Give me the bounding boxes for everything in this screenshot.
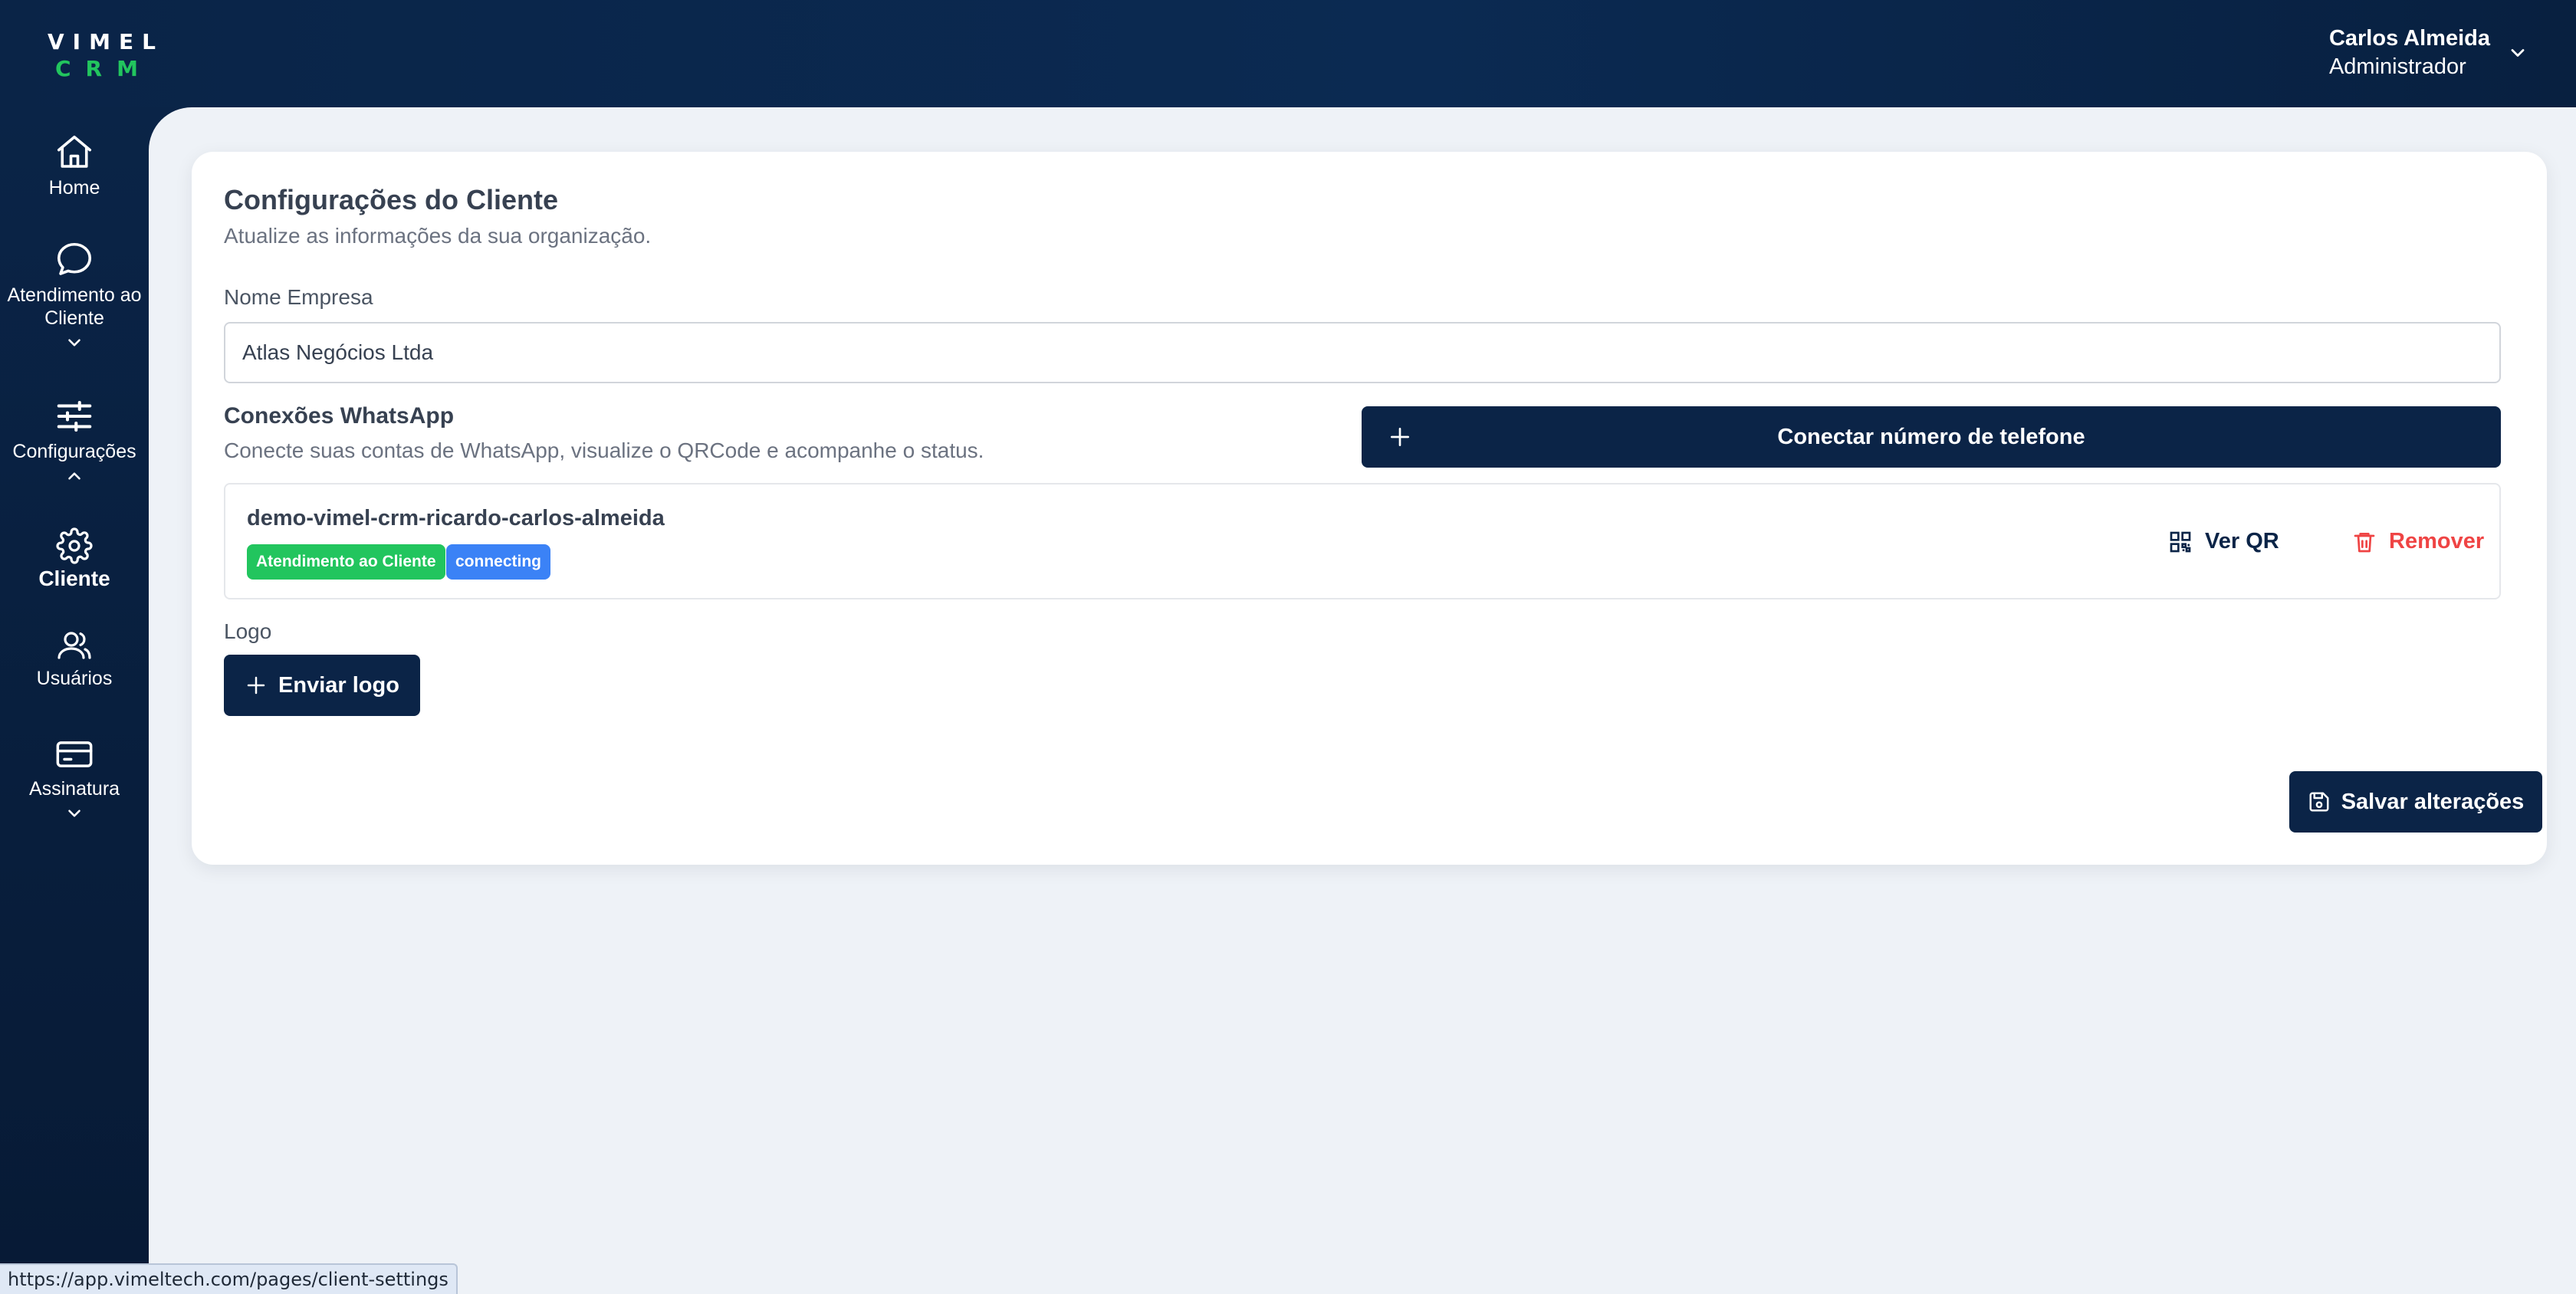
sidebar-item-configuracoes[interactable]: Configurações xyxy=(0,396,149,486)
save-changes-button[interactable]: Salvar alterações xyxy=(2289,771,2542,833)
connect-phone-label: Conectar número de telefone xyxy=(1777,424,2085,449)
users-icon xyxy=(58,632,91,659)
client-settings-card: Configurações do Cliente Atualize as inf… xyxy=(192,152,2547,865)
connect-phone-button[interactable]: Conectar número de telefone xyxy=(1362,406,2501,468)
view-qr-button[interactable]: Ver QR xyxy=(2168,529,2279,554)
sidebar-item-label: Cliente xyxy=(38,567,110,590)
sidebar-item-assinatura[interactable]: Assinatura xyxy=(0,734,149,823)
remove-label: Remover xyxy=(2389,529,2485,553)
chevron-down-icon[interactable] xyxy=(64,333,84,353)
connection-tag-badge: Atendimento ao Cliente xyxy=(247,544,445,580)
whatsapp-section-title: Conexões WhatsApp xyxy=(224,403,455,429)
whatsapp-section-subtitle: Conecte suas contas de WhatsApp, visuali… xyxy=(224,438,984,462)
company-name-input[interactable] xyxy=(224,322,2501,383)
gear-icon xyxy=(56,527,93,564)
sliders-icon xyxy=(57,400,92,432)
user-menu[interactable]: Carlos Almeida Administrador xyxy=(2329,26,2528,80)
sidebar-item-usuarios[interactable]: Usuários xyxy=(0,627,149,690)
company-name-label: Nome Empresa xyxy=(224,285,373,309)
upload-logo-button[interactable]: Enviar logo xyxy=(224,655,420,716)
app-logo[interactable]: VIMEL CRM xyxy=(48,29,164,81)
plus-icon xyxy=(247,676,265,695)
chevron-down-icon[interactable] xyxy=(2507,42,2528,64)
connection-name: demo-vimel-crm-ricardo-carlos-almeida xyxy=(247,506,665,530)
chat-icon xyxy=(57,242,92,275)
plus-icon xyxy=(1391,428,1409,446)
chevron-up-icon[interactable] xyxy=(64,466,84,486)
upload-logo-label: Enviar logo xyxy=(278,672,399,698)
main-content: Configurações do Cliente Atualize as inf… xyxy=(149,107,2576,1294)
browser-status-url: https://app.vimeltech.com/pages/client-s… xyxy=(0,1263,458,1294)
sidebar-item-label: Atendimento ao Cliente xyxy=(7,284,142,329)
remove-connection-button[interactable]: Remover xyxy=(2352,529,2484,554)
qr-code-icon xyxy=(2170,531,2191,552)
user-role: Administrador xyxy=(2328,54,2466,79)
logo-line-1: VIMEL xyxy=(48,29,164,54)
chevron-down-icon[interactable] xyxy=(64,803,84,823)
save-icon xyxy=(2309,792,2329,812)
logo-label: Logo xyxy=(224,619,272,643)
home-icon xyxy=(57,135,92,168)
sidebar-item-label: Configurações xyxy=(12,441,136,462)
page-title: Configurações do Cliente xyxy=(224,184,559,215)
trash-icon xyxy=(2354,532,2375,552)
credit-card-icon xyxy=(56,741,93,767)
user-name: Carlos Almeida xyxy=(2328,26,2490,51)
sidebar-item-home[interactable]: Home xyxy=(0,132,149,199)
sidebar-item-label: Assinatura xyxy=(28,778,120,800)
sidebar-item-label: Home xyxy=(48,177,100,199)
sidebar-item-atendimento[interactable]: Atendimento ao Cliente xyxy=(0,239,149,353)
connection-status-badge: connecting xyxy=(446,544,551,580)
sidebar: Home Atendimento ao Cliente Configuraçõe… xyxy=(0,107,149,1294)
top-bar: VIMEL CRM Carlos Almeida Administrador xyxy=(0,0,2576,107)
sidebar-item-label: Usuários xyxy=(36,668,113,689)
logo-line-2: CRM xyxy=(55,56,153,81)
page-subtitle: Atualize as informações da sua organizaç… xyxy=(224,224,652,248)
whatsapp-connection-item: demo-vimel-crm-ricardo-carlos-almeida At… xyxy=(224,483,2501,599)
view-qr-label: Ver QR xyxy=(2205,529,2279,553)
save-changes-label: Salvar alterações xyxy=(2341,789,2525,814)
sidebar-item-cliente[interactable]: Cliente xyxy=(0,527,149,590)
